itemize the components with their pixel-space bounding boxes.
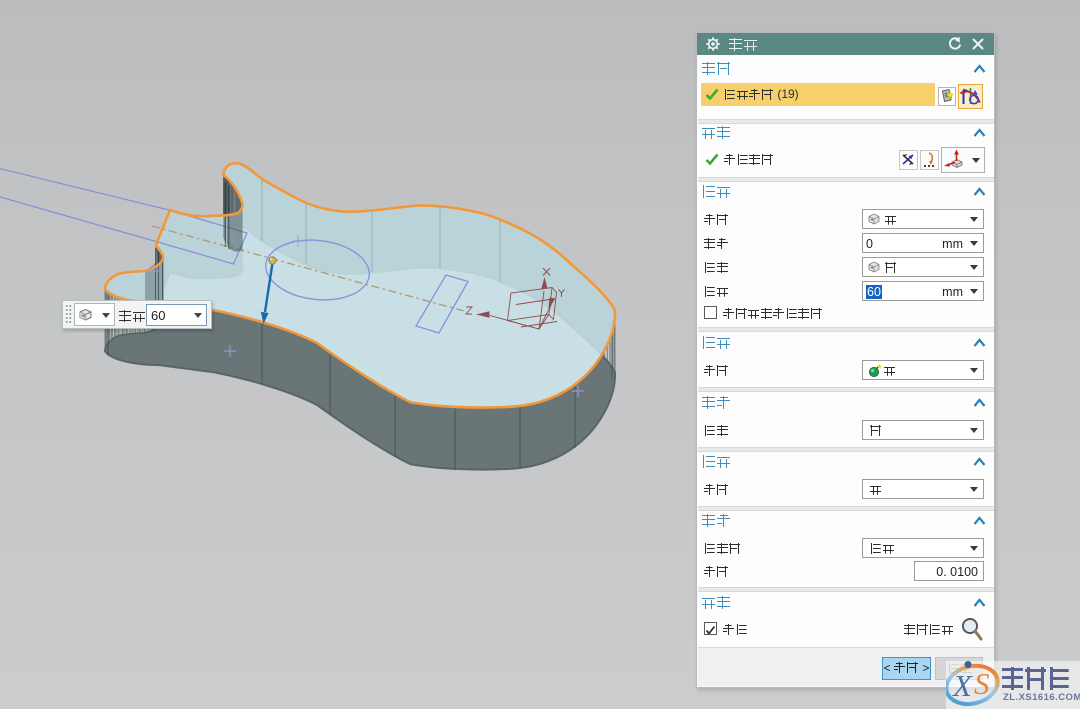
- svg-text:X: X: [951, 668, 973, 703]
- svg-text:S: S: [974, 666, 990, 701]
